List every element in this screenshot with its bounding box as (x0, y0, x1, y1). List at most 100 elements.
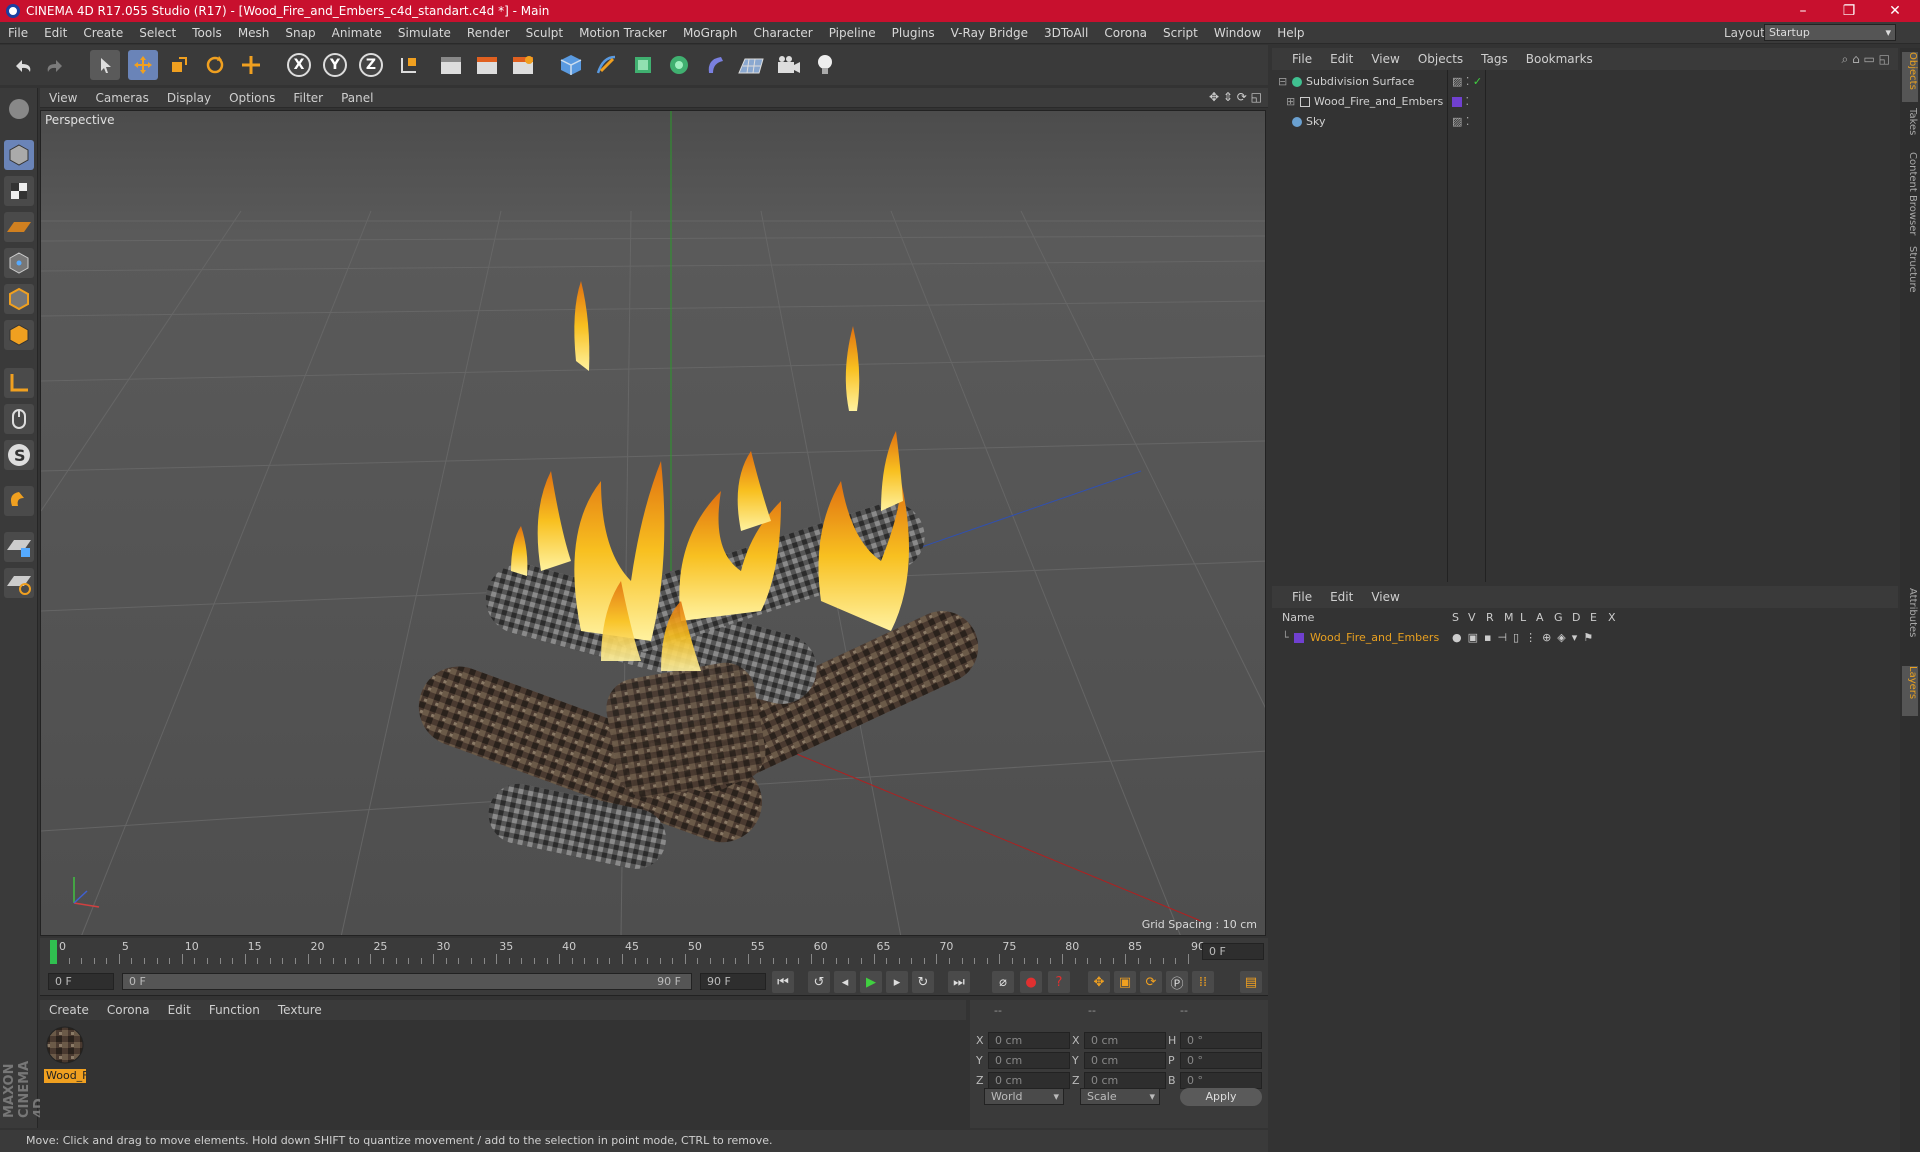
menu-mesh[interactable]: Mesh (230, 26, 278, 40)
add-spline-button[interactable] (592, 50, 622, 80)
apply-button[interactable]: Apply (1180, 1088, 1262, 1106)
object-menu-edit[interactable]: Edit (1321, 52, 1362, 66)
key-scale-button[interactable]: ▣ (1114, 971, 1136, 993)
recent-tool-button[interactable] (236, 50, 266, 80)
visibility-dots-icon[interactable]: ▨ ⁚ ✓ (1452, 72, 1482, 92)
menu-corona[interactable]: Corona (1096, 26, 1155, 40)
tab-objects[interactable]: Objects (1902, 52, 1918, 102)
add-cube-button[interactable] (556, 50, 586, 80)
play-button[interactable]: ▶ (860, 971, 882, 993)
polygons-mode-button[interactable] (4, 320, 34, 350)
layer-column-header[interactable]: S (1452, 611, 1459, 624)
timeline-ruler[interactable]: 0 5 10 15 20 25 30 35 40 45 50 55 60 65 70 75 80 85 90 0 F (40, 938, 1268, 966)
enable-axis-button[interactable] (4, 368, 34, 398)
coord-value-field[interactable]: 0 cm (1084, 1052, 1166, 1069)
menu-file[interactable]: File (0, 26, 36, 40)
snap-button[interactable]: S (4, 440, 34, 470)
layer-column-header[interactable]: V (1468, 611, 1476, 624)
render-settings-button[interactable] (508, 50, 538, 80)
size-mode-select[interactable]: Scale ▾ (1080, 1088, 1160, 1105)
next-frame-button[interactable]: ▸ (886, 971, 908, 993)
coord-value-field[interactable]: 0 cm (1084, 1032, 1166, 1049)
menu-help[interactable]: Help (1269, 26, 1312, 40)
menu-mograph[interactable]: MoGraph (675, 26, 746, 40)
key-parameter-button[interactable]: Ⓟ (1166, 971, 1188, 993)
tab-structure[interactable]: Structure (1902, 246, 1918, 306)
layer-column-header[interactable]: X (1608, 611, 1616, 624)
viewport-menu-filter[interactable]: Filter (284, 91, 332, 105)
layer-menu-view[interactable]: View (1362, 590, 1408, 604)
key-position-button[interactable]: ✥ (1088, 971, 1110, 993)
texture-mode-button[interactable] (4, 176, 34, 206)
coord-value-field[interactable]: 0 ° (1180, 1052, 1262, 1069)
object-menu-objects[interactable]: Objects (1409, 52, 1472, 66)
model-mode-button[interactable] (4, 140, 34, 170)
search-icon[interactable]: ⌕ ⌂ ▭ ◱ (1842, 52, 1890, 67)
menu-simulate[interactable]: Simulate (390, 26, 459, 40)
coord-value-field[interactable]: 0 ° (1180, 1072, 1262, 1089)
layer-column-header[interactable]: L (1520, 611, 1526, 624)
layer-column-header[interactable]: Name (1282, 611, 1314, 624)
timeline-window-button[interactable]: ▤ (1240, 971, 1262, 993)
layer-row[interactable]: └ Wood_Fire_and_Embers ●▣▪⊣▯⋮⊕◈▾⚑ (1272, 628, 1898, 648)
material-menu-edit[interactable]: Edit (159, 1003, 200, 1017)
workplane-mode-button[interactable] (4, 212, 34, 242)
layer-menu-file[interactable]: File (1272, 590, 1321, 604)
layer-column-header[interactable]: D (1572, 611, 1580, 624)
menu-edit[interactable]: Edit (36, 26, 75, 40)
menu-character[interactable]: Character (745, 26, 820, 40)
menu-select[interactable]: Select (131, 26, 184, 40)
move-tool-button[interactable] (128, 50, 158, 80)
material-menu-create[interactable]: Create (40, 1003, 98, 1017)
axis-z-button[interactable]: Z (356, 50, 386, 80)
perspective-viewport[interactable]: Perspective Grid Spacing : 10 cm (40, 110, 1266, 936)
live-selection-button[interactable] (90, 50, 120, 80)
coord-value-field[interactable]: 0 cm (1084, 1072, 1166, 1089)
menu-tools[interactable]: Tools (184, 26, 230, 40)
menu-animate[interactable]: Animate (324, 26, 390, 40)
viewport-nav-icons[interactable]: ✥ ⇕ ⟳ ◱ (1209, 90, 1262, 104)
object-menu-tags[interactable]: Tags (1472, 52, 1517, 66)
visibility-dots-icon[interactable]: ▨ ⁚ (1452, 112, 1469, 132)
menu-3dtoall[interactable]: 3DToAll (1036, 26, 1096, 40)
add-camera-button[interactable] (774, 50, 804, 80)
redo-button[interactable] (40, 50, 70, 80)
menu-vray-bridge[interactable]: V-Ray Bridge (943, 26, 1036, 40)
material-menu-corona[interactable]: Corona (98, 1003, 159, 1017)
material-menu-texture[interactable]: Texture (269, 1003, 331, 1017)
menu-render[interactable]: Render (459, 26, 518, 40)
object-row-sky[interactable]: Sky ▨ ⁚ (1272, 112, 1898, 132)
planar-workplane-button[interactable] (4, 568, 34, 598)
close-button[interactable]: ✕ (1872, 0, 1918, 22)
render-view-button[interactable] (436, 50, 466, 80)
add-light-button[interactable] (810, 50, 840, 80)
layout-select[interactable]: Startup ▾ (1764, 24, 1896, 41)
maximize-button[interactable]: ❐ (1826, 0, 1872, 22)
layer-column-header[interactable]: M (1504, 611, 1514, 624)
layer-column-header[interactable]: G (1554, 611, 1563, 624)
key-pla-button[interactable]: ⁞⁞ (1192, 971, 1214, 993)
next-keyframe-button[interactable]: ↻ (912, 971, 934, 993)
add-floor-button[interactable] (736, 50, 766, 80)
record-keys-button[interactable]: ⌀ (992, 971, 1014, 993)
layer-column-header[interactable]: R (1486, 611, 1494, 624)
object-menu-file[interactable]: File (1272, 52, 1321, 66)
object-row-subdivision[interactable]: ⊟ Subdivision Surface ▨ ⁚ ✓ (1272, 72, 1898, 92)
go-to-start-button[interactable]: ⏮ (772, 971, 794, 993)
menu-plugins[interactable]: Plugins (884, 26, 943, 40)
viewport-menu-panel[interactable]: Panel (332, 91, 382, 105)
layer-flag-icons[interactable]: ●▣▪⊣▯⋮⊕◈▾⚑ (1452, 628, 1599, 648)
viewport-menu-cameras[interactable]: Cameras (86, 91, 157, 105)
axis-y-button[interactable]: Y (320, 50, 350, 80)
go-to-end-button[interactable]: ⏭ (948, 971, 970, 993)
viewport-menu-options[interactable]: Options (220, 91, 284, 105)
layer-menu-edit[interactable]: Edit (1321, 590, 1362, 604)
coordinate-space-select[interactable]: World ▾ (984, 1088, 1064, 1105)
object-row-wood-fire[interactable]: ⊞ Wood_Fire_and_Embers ⁚ (1272, 92, 1898, 112)
key-rotation-button[interactable]: ⟳ (1140, 971, 1162, 993)
locked-workplane-button[interactable] (4, 532, 34, 562)
menu-pipeline[interactable]: Pipeline (821, 26, 884, 40)
layer-color-swatch[interactable] (1294, 633, 1304, 643)
menu-script[interactable]: Script (1155, 26, 1206, 40)
menu-sculpt[interactable]: Sculpt (518, 26, 571, 40)
